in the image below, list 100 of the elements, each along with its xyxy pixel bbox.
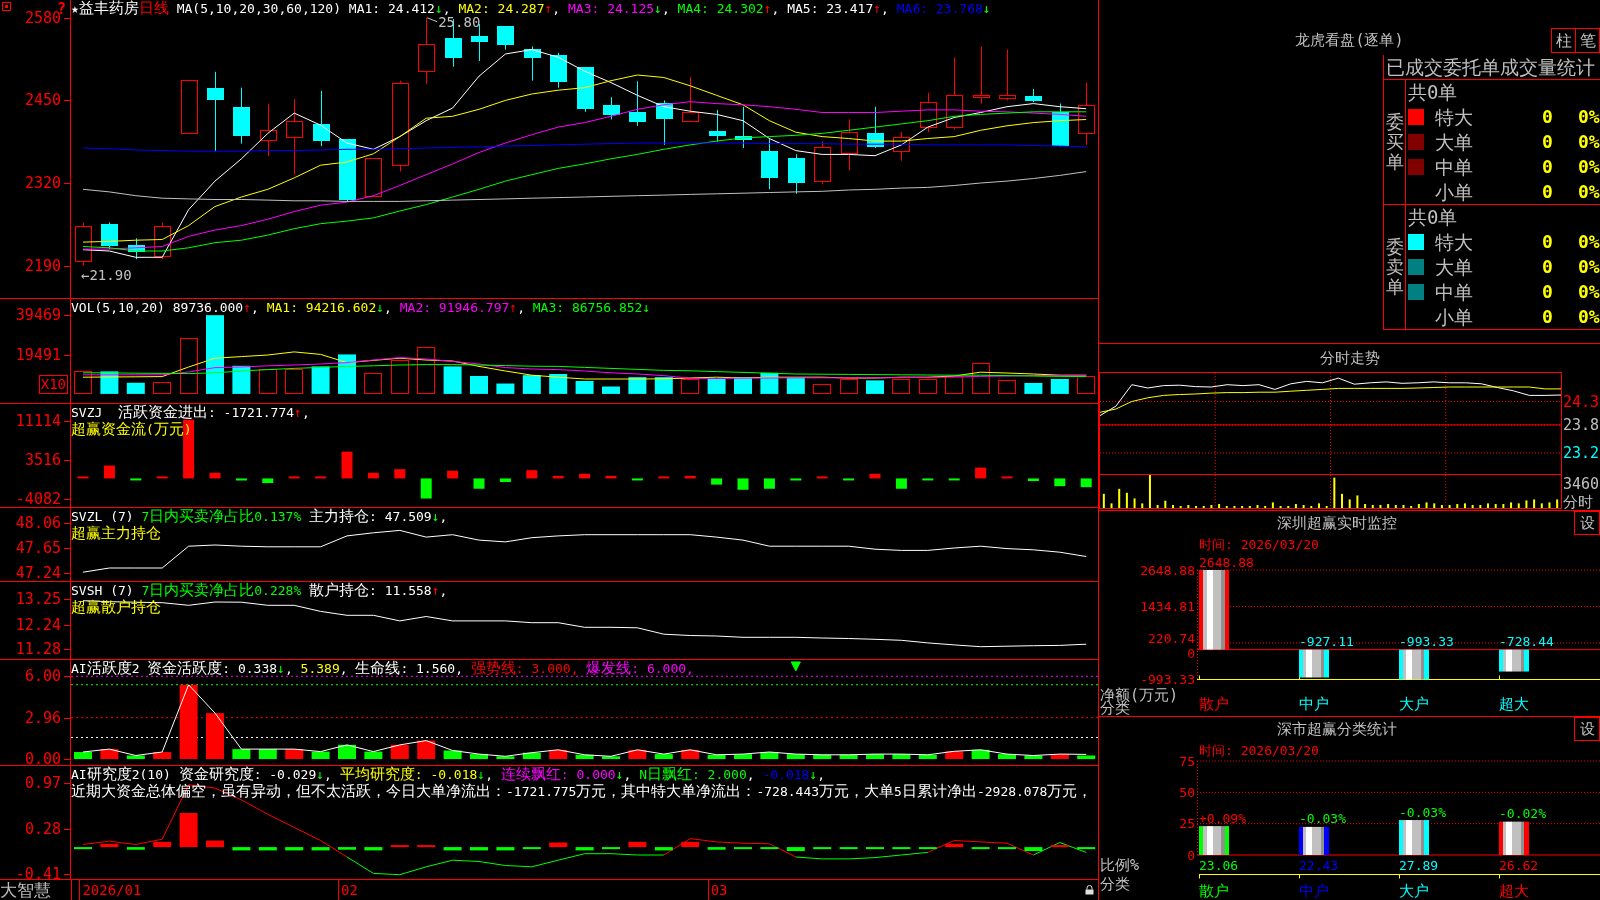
table-title: 已成交委托单成交量统计 [1384,55,1600,80]
flow-bar [895,478,907,489]
research-bar [628,841,647,848]
activity-bar [813,754,832,760]
candlestick [497,25,514,51]
square-icon[interactable] [2,2,11,11]
volume-bar [496,383,515,394]
legend-text: , 生命线: 1.560, [339,661,464,676]
flow-bar [948,478,960,481]
view-toggle[interactable]: 柱 [1551,28,1576,53]
flow-bar [975,467,987,479]
legend-text: , [517,300,526,315]
activity-bar [258,749,277,760]
volume-bar [285,369,303,394]
flow-bar [579,473,591,479]
legend-text: , [439,583,448,598]
activity-bar [311,751,330,760]
legend-text: 强势线: 3.000, [470,661,580,676]
activity-bar [971,749,990,760]
legend-text: , [771,1,781,16]
research-bar [470,847,488,851]
activity-bar [945,751,964,760]
activity-bar [760,752,779,760]
triangle-marker [790,661,801,672]
lock-icon[interactable] [1085,885,1094,895]
activity-bar [338,744,356,760]
volume-bar [364,373,382,394]
flow-bar [499,478,511,483]
order-size-label: 特大 [1435,106,1473,129]
candlestick [128,237,145,260]
axis-label: 0.97 [24,774,61,793]
value-label: -728.44 [1499,634,1554,650]
price-label: ←21.90 [81,266,132,283]
order-size-label: 中单 [1435,155,1473,178]
volume-bar [945,376,963,394]
research-bar [100,843,119,848]
order-share: 0% [1578,231,1600,254]
volume-bar [840,379,858,394]
order-total: 共0单 [1408,206,1458,229]
axis-label: 39469 [15,306,61,325]
flow-bar [262,478,274,484]
indicator-title: 超赢资金流(万元) [71,422,192,437]
flow-bar [420,478,432,499]
activity-bar [100,749,119,760]
activity-bar [602,756,620,760]
activity-bar [707,754,726,760]
settings-button[interactable]: 设 [1574,511,1600,535]
flow-bar [367,472,379,479]
panel-title: 深市超赢分类统计 [1276,720,1397,738]
research-bar [654,847,673,851]
axis-title: 比例% [1100,856,1140,874]
share-bar [1299,826,1329,855]
volume-bar [153,382,171,394]
order-count: 0 [1542,280,1553,303]
value-label: -927.11 [1299,634,1354,650]
candlestick [629,80,646,127]
legend-text: ↓ [431,509,440,524]
view-toggle[interactable]: 笔 [1575,28,1600,53]
axis-label: 6.00 [24,667,61,686]
candlestick [735,106,752,149]
axis-label: 19491 [15,346,61,365]
order-count: 0 [1542,305,1553,328]
legend-text: ↓ [642,300,651,315]
legend-text: SVZJ 活跃资金进出: -1721.774 [71,405,295,420]
flow-bar [183,419,195,479]
legend-text: ↓ [982,1,991,16]
axis-label: 12.24 [15,615,61,634]
research-bar [734,847,752,850]
flow-bar [684,475,696,479]
flow-bar [1499,649,1529,672]
volume-bar [391,360,409,394]
brand-name: 大智慧 [0,880,51,900]
candlestick [656,99,673,146]
axis-label: 47.65 [15,538,61,557]
research-bar [364,847,383,851]
axis-label: 11114 [15,412,61,431]
volume-bar [417,347,435,394]
legend-text: , [284,661,294,676]
flow-bar [288,476,300,479]
candlestick [893,131,910,162]
research-bar [998,847,1016,850]
flow-bar [447,470,459,479]
order-count: 0 [1542,256,1553,278]
axis-label: 75 [1179,753,1195,769]
candlestick [339,138,356,203]
volume-bar [126,382,145,394]
legend-text: , [439,509,448,524]
order-share: 0% [1578,305,1600,328]
axis-label: 11.28 [15,640,61,659]
settings-button[interactable]: 设 [1574,717,1600,741]
value-label: 27.89 [1399,857,1439,873]
axis-label: 2.96 [24,709,61,728]
candlestick [181,79,198,134]
activity-bar [786,754,805,760]
activity-bar [126,755,145,760]
legend-text: 5.389 [300,661,340,676]
value-label: 22.43 [1299,857,1339,873]
candlestick [365,157,382,197]
candlestick [418,17,435,85]
change-label: -0.03% [1399,804,1446,820]
